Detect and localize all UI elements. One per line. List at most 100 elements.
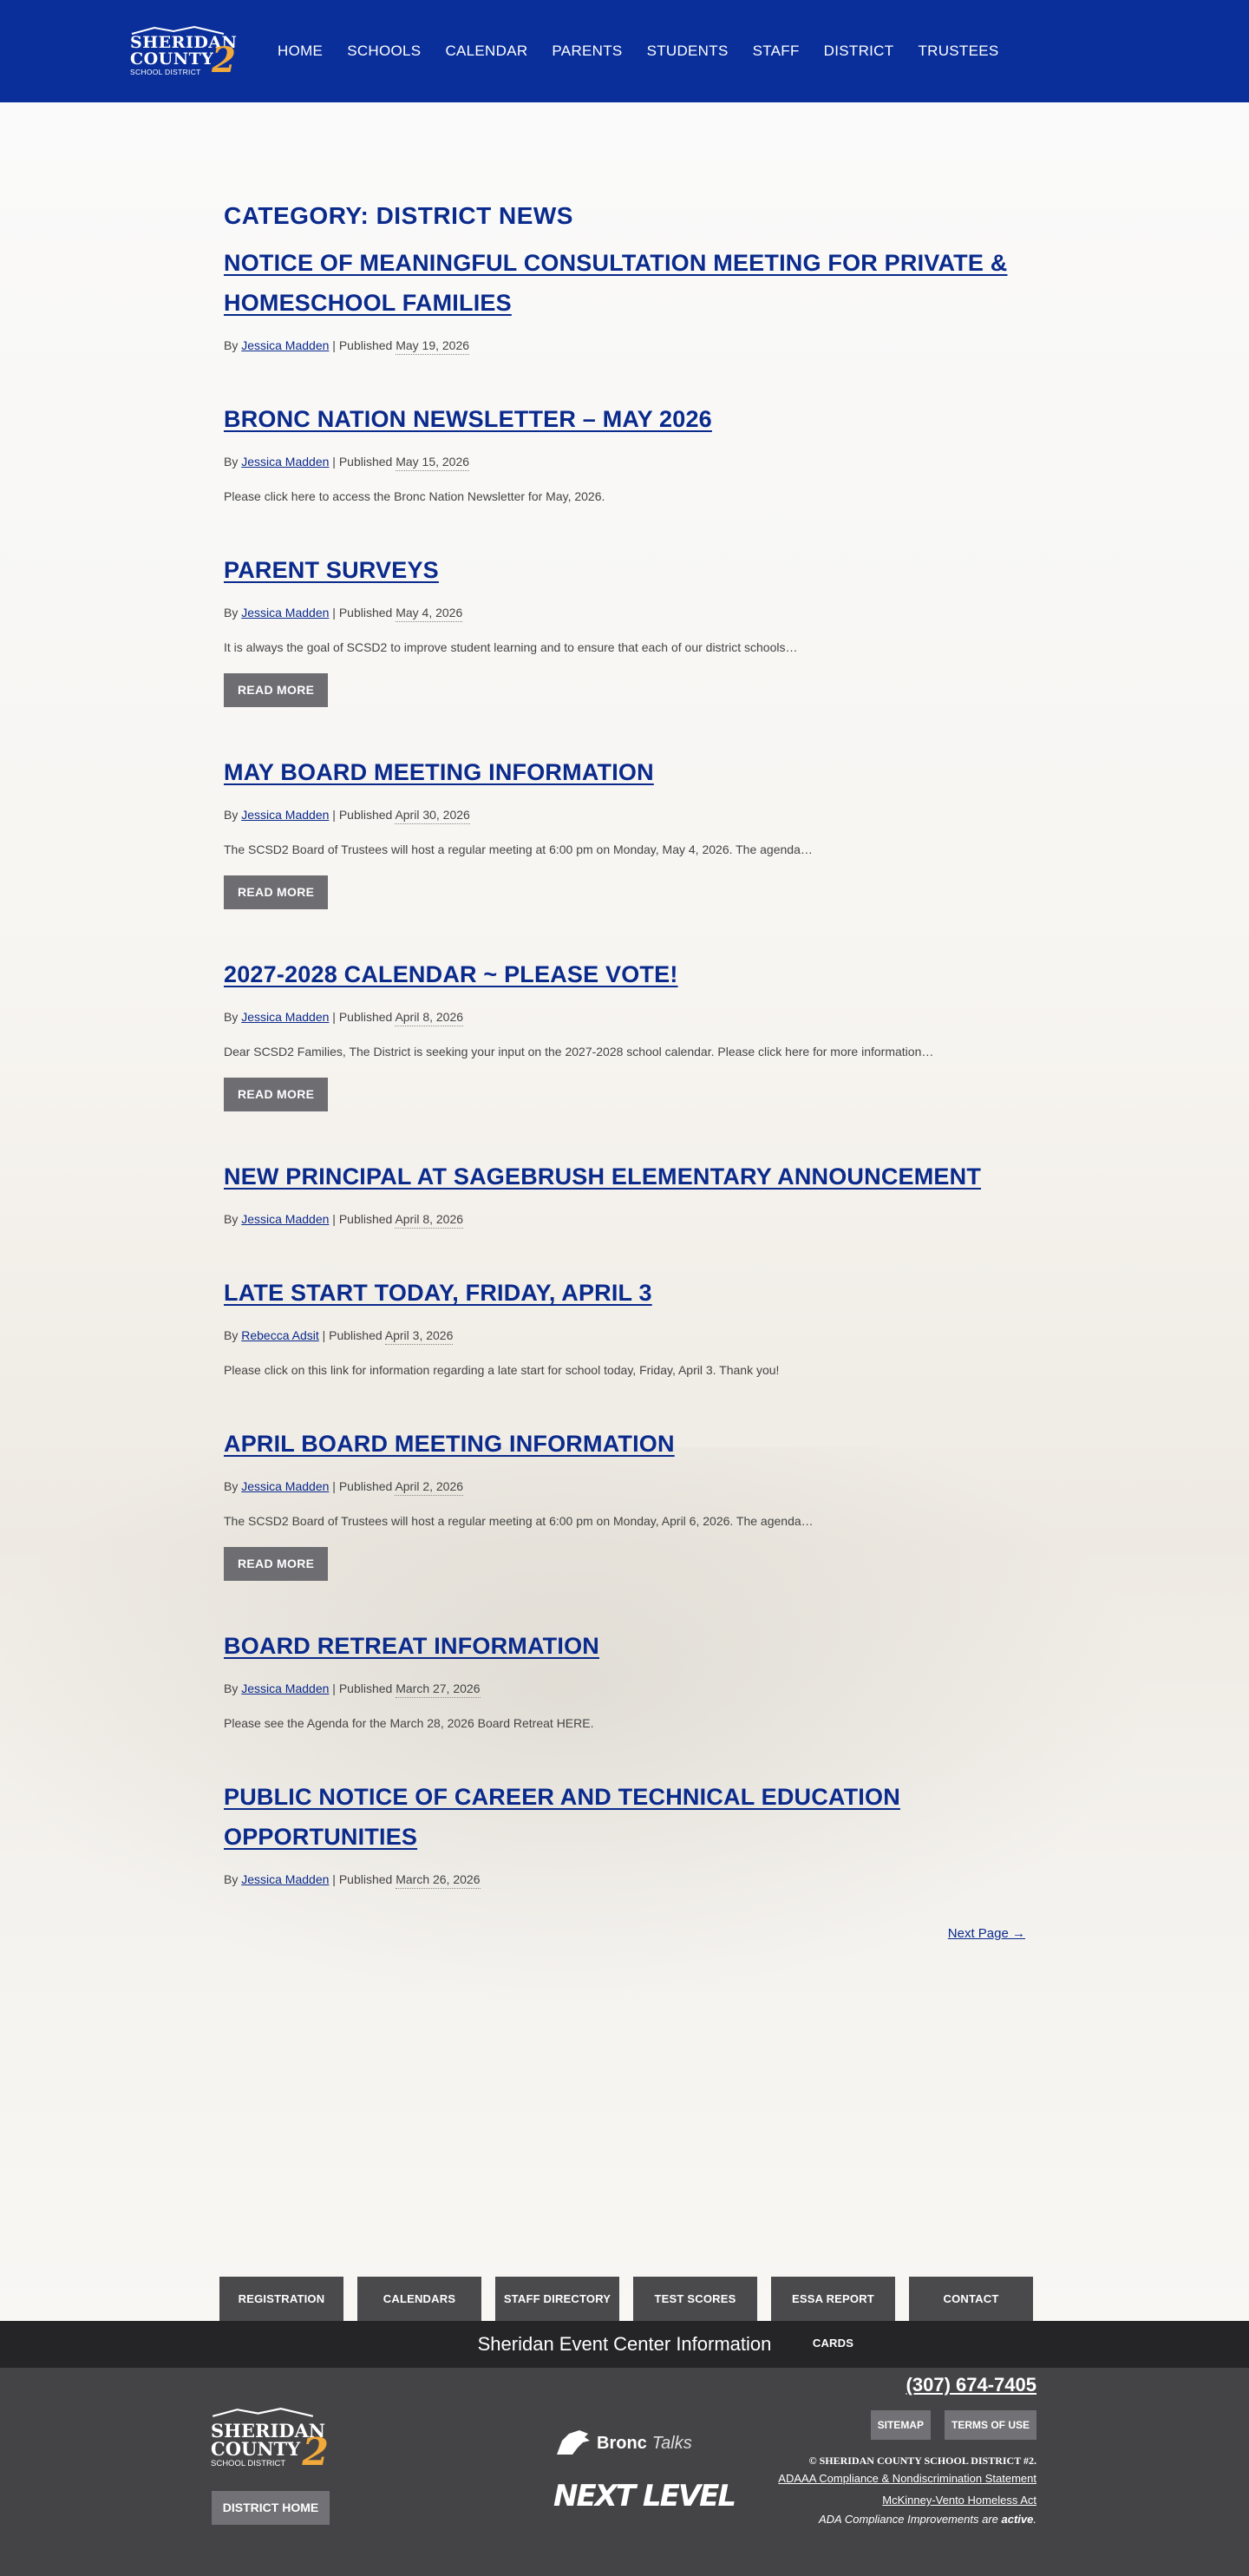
author-link[interactable]: Jessica Madden bbox=[241, 1479, 329, 1493]
main-content: CATEGORY: DISTRICT NEWS NOTICE OF MEANIN… bbox=[0, 102, 1249, 2350]
post-title[interactable]: 2027-2028 CALENDAR ~ PLEASE VOTE! bbox=[224, 954, 1025, 994]
author-link[interactable]: Jessica Madden bbox=[241, 1681, 329, 1695]
meta-by-label: By bbox=[224, 606, 239, 619]
post-date: March 27, 2026 bbox=[396, 1681, 481, 1698]
site-footer: SHERIDAN COUNTY SCHOOL DISTRICT 2 DISTRI… bbox=[0, 2368, 1249, 2576]
post-excerpt: Dear SCSD2 Families, The District is see… bbox=[224, 1045, 934, 1059]
phone-link[interactable]: (307) 674-7405 bbox=[778, 2372, 1036, 2398]
nav-parents[interactable]: PARENTS bbox=[539, 43, 634, 60]
read-more-button[interactable]: READ MORE bbox=[224, 1547, 329, 1581]
main-nav: HOME SCHOOLS CALENDAR PARENTS STUDENTS S… bbox=[265, 43, 1011, 60]
post-meta: By Jessica Madden | Published April 8, 2… bbox=[224, 1008, 1025, 1026]
quick-link-essa-report-cards[interactable]: ESSA REPORT CARDS bbox=[771, 2277, 895, 2350]
quick-links: REGISTRATION CALENDARS STAFF DIRECTORY T… bbox=[219, 2277, 1033, 2350]
district-home-button[interactable]: DISTRICT HOME bbox=[212, 2491, 330, 2525]
nav-staff[interactable]: STAFF bbox=[741, 43, 812, 60]
logo-number: 2 bbox=[212, 40, 236, 81]
post-meta: By Rebecca Adsit | Published April 3, 20… bbox=[224, 1327, 1025, 1345]
ada-notice: ADA Compliance Improvements are active. bbox=[778, 2511, 1036, 2528]
post-item: 2027-2028 CALENDAR ~ PLEASE VOTE! By Jes… bbox=[224, 954, 1025, 1111]
post-item: BRONC NATION NEWSLETTER – MAY 2026 By Je… bbox=[224, 399, 1025, 505]
post-item: PUBLIC NOTICE OF CAREER AND TECHNICAL ED… bbox=[224, 1777, 1025, 1889]
nav-schools[interactable]: SCHOOLS bbox=[335, 43, 433, 60]
meta-by-label: By bbox=[224, 808, 239, 822]
adaaa-link[interactable]: ADAAA Compliance & Nondiscrimination Sta… bbox=[778, 2468, 1036, 2489]
quick-link-test-scores[interactable]: TEST SCORES bbox=[633, 2277, 757, 2321]
post-item: MAY BOARD MEETING INFORMATION By Jessica… bbox=[224, 752, 1025, 909]
post-item: NEW PRINCIPAL AT SAGEBRUSH ELEMENTARY AN… bbox=[224, 1157, 1025, 1229]
nav-calendar[interactable]: CALENDAR bbox=[433, 43, 539, 60]
post-excerpt: Please see the Agenda for the March 28, … bbox=[224, 1716, 594, 1730]
post-item: BOARD RETREAT INFORMATION By Jessica Mad… bbox=[224, 1626, 1025, 1732]
meta-by-label: By bbox=[224, 1010, 239, 1024]
post-excerpt: Please click on this link for informatio… bbox=[224, 1363, 780, 1377]
post-meta: By Jessica Madden | Published May 15, 20… bbox=[224, 453, 1025, 471]
post-list: CATEGORY: DISTRICT NEWS NOTICE OF MEANIN… bbox=[224, 102, 1025, 1942]
post-date: April 8, 2026 bbox=[395, 1010, 464, 1026]
meta-published-label: | Published bbox=[332, 455, 393, 469]
post-excerpt: It is always the goal of SCSD2 to improv… bbox=[224, 640, 798, 654]
roof-icon bbox=[212, 2408, 314, 2417]
event-center-link[interactable]: Sheridan Event Center Information bbox=[0, 2321, 1249, 2368]
post-title[interactable]: APRIL BOARD MEETING INFORMATION bbox=[224, 1424, 1025, 1464]
nav-district[interactable]: DISTRICT bbox=[812, 43, 906, 60]
quick-link-calendars[interactable]: CALENDARS bbox=[357, 2277, 481, 2321]
nav-home[interactable]: HOME bbox=[265, 43, 335, 60]
author-link[interactable]: Jessica Madden bbox=[241, 1872, 329, 1886]
nav-trustees[interactable]: TRUSTEES bbox=[906, 43, 1010, 60]
post-date: April 30, 2026 bbox=[395, 808, 470, 824]
sitemap-button[interactable]: SITEMAP bbox=[870, 2410, 931, 2440]
site-header: SHERIDAN COUNTY SCHOOL DISTRICT 2 HOME S… bbox=[0, 0, 1249, 102]
district-logo[interactable]: SHERIDAN COUNTY SCHOOL DISTRICT 2 bbox=[130, 19, 239, 83]
author-link[interactable]: Jessica Madden bbox=[241, 1010, 329, 1024]
post-title[interactable]: PUBLIC NOTICE OF CAREER AND TECHNICAL ED… bbox=[224, 1777, 1025, 1857]
copyright: © SHERIDAN COUNTY SCHOOL DISTRICT #2. bbox=[808, 2455, 1036, 2467]
logo-number: 2 bbox=[302, 2430, 329, 2474]
post-title[interactable]: PARENT SURVEYS bbox=[224, 550, 1025, 590]
meta-by-label: By bbox=[224, 455, 239, 469]
pagination: Next Page → bbox=[224, 1926, 1025, 1942]
read-more-button[interactable]: READ MORE bbox=[224, 875, 329, 909]
post-date: May 4, 2026 bbox=[396, 606, 463, 622]
meta-by-label: By bbox=[224, 1681, 239, 1695]
bronc-word: Bronc bbox=[597, 2433, 647, 2453]
post-title[interactable]: BRONC NATION NEWSLETTER – MAY 2026 bbox=[224, 399, 1025, 439]
author-link[interactable]: Jessica Madden bbox=[241, 338, 329, 352]
post-title[interactable]: NEW PRINCIPAL AT SAGEBRUSH ELEMENTARY AN… bbox=[224, 1157, 1025, 1196]
post-date: May 15, 2026 bbox=[396, 455, 470, 471]
meta-by-label: By bbox=[224, 1212, 239, 1226]
post-date: April 2, 2026 bbox=[395, 1479, 464, 1496]
author-link[interactable]: Rebecca Adsit bbox=[241, 1328, 319, 1342]
footer-right: (307) 674-7405 SITEMAP TERMS OF USE © SH… bbox=[778, 2372, 1036, 2528]
post-excerpt: The SCSD2 Board of Trustees will host a … bbox=[224, 842, 813, 856]
footer-logo[interactable]: SHERIDAN COUNTY SCHOOL DISTRICT 2 bbox=[211, 2406, 332, 2477]
author-link[interactable]: Jessica Madden bbox=[241, 808, 329, 822]
mckinney-vento-link[interactable]: McKinney-Vento Homeless Act bbox=[778, 2489, 1036, 2511]
quick-link-registration[interactable]: REGISTRATION bbox=[219, 2277, 343, 2321]
post-title[interactable]: NOTICE OF MEANINGFUL CONSULTATION MEETIN… bbox=[224, 243, 1025, 323]
quick-link-staff-directory[interactable]: STAFF DIRECTORY bbox=[495, 2277, 619, 2321]
post-title[interactable]: LATE START TODAY, FRIDAY, APRIL 3 bbox=[224, 1273, 1025, 1313]
post-title[interactable]: MAY BOARD MEETING INFORMATION bbox=[224, 752, 1025, 792]
author-link[interactable]: Jessica Madden bbox=[241, 455, 329, 469]
nav-students[interactable]: STUDENTS bbox=[635, 43, 741, 60]
ada-active: active bbox=[1001, 2513, 1034, 2526]
read-more-button[interactable]: READ MORE bbox=[224, 673, 329, 707]
meta-published-label: | Published bbox=[332, 1212, 393, 1226]
post-title[interactable]: BOARD RETREAT INFORMATION bbox=[224, 1626, 1025, 1666]
post-item: APRIL BOARD MEETING INFORMATION By Jessi… bbox=[224, 1424, 1025, 1581]
post-date: April 3, 2026 bbox=[384, 1328, 454, 1345]
next-page-link[interactable]: Next Page → bbox=[948, 1926, 1025, 1941]
read-more-button[interactable]: READ MORE bbox=[224, 1078, 329, 1111]
bronc-talks-logo[interactable]: Bronc Talks bbox=[553, 2429, 692, 2458]
header-inner: SHERIDAN COUNTY SCHOOL DISTRICT 2 HOME S… bbox=[104, 19, 1145, 83]
terms-button[interactable]: TERMS OF USE bbox=[944, 2410, 1036, 2440]
post-excerpt: Please click here to access the Bronc Na… bbox=[224, 489, 605, 503]
meta-by-label: By bbox=[224, 1479, 239, 1493]
author-link[interactable]: Jessica Madden bbox=[241, 1212, 329, 1226]
next-level-logo[interactable]: NEXT LEVEL bbox=[553, 2479, 736, 2514]
ada-suffix: . bbox=[1033, 2513, 1036, 2526]
author-link[interactable]: Jessica Madden bbox=[241, 606, 329, 619]
quick-link-contact[interactable]: CONTACT bbox=[909, 2277, 1033, 2321]
post-meta: By Jessica Madden | Published April 30, … bbox=[224, 806, 1025, 824]
